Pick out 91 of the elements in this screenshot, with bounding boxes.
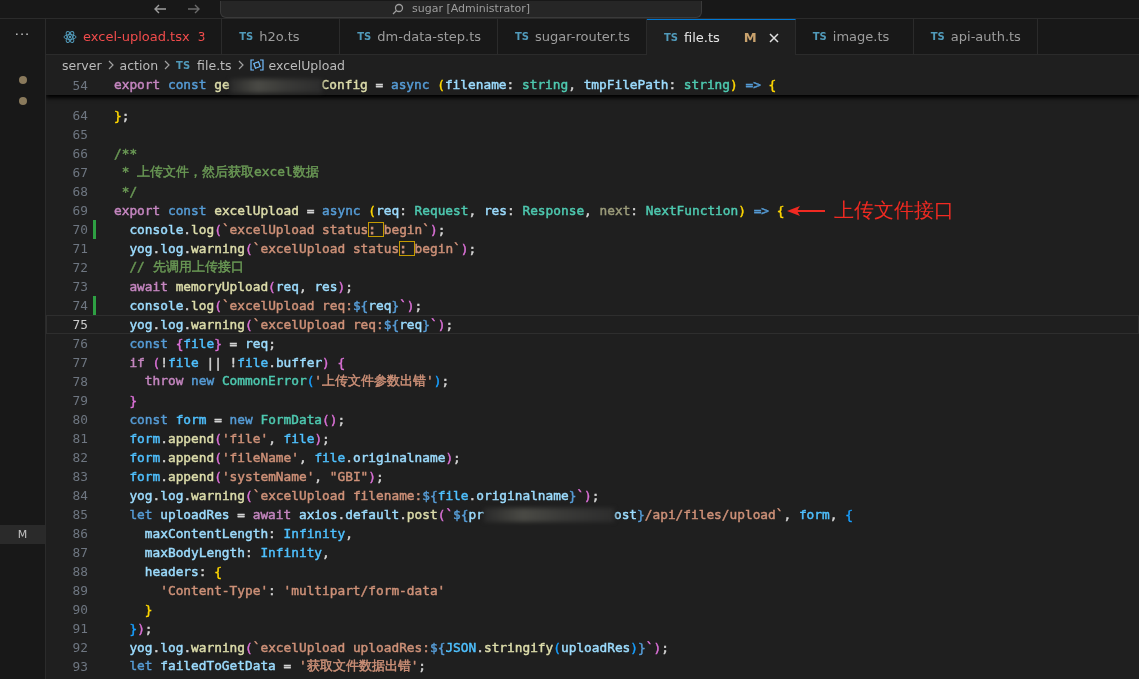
code-line: await memoryUpload(req, res); <box>128 279 353 294</box>
code-line: if (!file || !file.buffer) { <box>128 355 346 370</box>
modified-marker: M <box>0 525 45 544</box>
annotation-text: 上传文件接口 <box>834 197 955 224</box>
line-number: 75 <box>71 317 88 332</box>
code-line: const {file} = req; <box>128 336 276 351</box>
line-number: 70 <box>71 222 88 237</box>
code-line: */ <box>120 184 138 199</box>
line-number: 76 <box>71 336 88 351</box>
breadcrumb-item[interactable]: excelUpload <box>268 57 345 73</box>
breadcrumb-item[interactable]: server <box>62 57 102 73</box>
code-line: form.append('file', file); <box>128 431 330 446</box>
error-count: 3 <box>197 29 206 44</box>
line-number: 88 <box>71 564 88 579</box>
typescript-file-icon: TS <box>357 31 372 42</box>
breadcrumb-item[interactable]: file.ts <box>197 57 232 73</box>
code-line: maxContentLength: Infinity, <box>143 526 353 541</box>
typescript-file-icon: TS <box>176 59 191 71</box>
code-line: yog.log.warning(`excelUpload req:${req}`); <box>128 317 454 332</box>
search-icon <box>392 2 404 15</box>
breadcrumb-item[interactable]: action <box>119 57 159 73</box>
close-icon <box>768 32 779 43</box>
line-number: 93 <box>71 659 88 674</box>
line-number: 90 <box>71 602 88 617</box>
code-line: /** <box>114 146 138 161</box>
code-line: throw new CommonError('上传文件参数出错'); <box>143 373 450 390</box>
variable-symbol-icon <box>249 59 264 71</box>
forward-arrow-icon <box>186 3 202 15</box>
code-line: } <box>143 602 153 617</box>
code-line: }; <box>114 108 130 123</box>
code-line: export const excelUpload = async (req: Request, res: Response, next: NextFunction) => { <box>114 203 785 218</box>
line-number: 82 <box>71 450 88 465</box>
chevron-icon <box>106 59 115 71</box>
line-number: 74 <box>71 298 88 313</box>
line-number: 73 <box>71 279 88 294</box>
line-number: 80 <box>71 412 88 427</box>
code-line: let uploadRes = await axios.default.post(`${pr ost}/api/files/upload`, form, { <box>128 506 853 523</box>
chevron-icon <box>163 59 172 71</box>
code-line: console.log(`excelUpload status: begin`); <box>128 222 446 237</box>
code-line: yog.log.warning(`excelUpload status: begin`); <box>128 241 477 256</box>
code-line: const form = new FormData(); <box>128 412 346 427</box>
line-number: 68 <box>71 184 88 199</box>
dot-icon <box>18 97 27 105</box>
line-number: 78 <box>71 374 88 389</box>
code-line: console.log(`excelUpload req:${req}`); <box>128 298 423 313</box>
line-number: 89 <box>71 583 88 598</box>
line-number: 72 <box>71 260 88 275</box>
back-arrow-icon <box>152 3 168 15</box>
code-line: form.append('systemName', "GBI"); <box>128 469 384 484</box>
code-line: yog.log.warning(`excelUpload uploadRes:${JSON.stringify(uploadRes)}`); <box>128 640 669 655</box>
typescript-file-icon: TS <box>664 32 679 43</box>
more-actions-button[interactable]: ··· <box>14 27 31 42</box>
code-line: maxBodyLength: Infinity, <box>143 545 330 560</box>
line-number: 92 <box>71 640 88 655</box>
code-line: form.append('fileName', file.originalname); <box>128 450 461 465</box>
chevron-icon <box>236 59 245 71</box>
line-number: 71 <box>71 241 88 256</box>
command-search-box[interactable]: sugar [Administrator] <box>220 0 702 18</box>
code-line: 'Content-Type': 'multipart/form-data' <box>159 583 446 598</box>
line-number: 86 <box>71 526 88 541</box>
editor-tab[interactable]: TS file.ts M <box>647 19 796 55</box>
line-number: 67 <box>71 165 88 180</box>
line-number: 79 <box>71 393 88 408</box>
atom-icon <box>63 29 77 44</box>
arrow-icon <box>786 203 827 218</box>
line-number: 85 <box>71 507 88 522</box>
modified-status: M <box>743 30 757 45</box>
code-line: headers: { <box>143 564 222 579</box>
line-number: 81 <box>71 431 88 446</box>
line-number: 84 <box>71 488 88 503</box>
line-number: 69 <box>71 203 88 218</box>
line-number: 65 <box>71 127 88 142</box>
code-line: // 先调用上传接口 <box>128 259 244 276</box>
code-line: export const ge Config = async (filename: string, tmpFilePath: string) => { <box>114 77 777 93</box>
code-line: } <box>128 393 138 408</box>
line-number: 64 <box>71 108 88 123</box>
dot-icon <box>18 76 27 84</box>
code-line: }); <box>128 621 153 636</box>
line-number: 54 <box>71 77 88 93</box>
code-line: let failedToGetData = '获取文件数据出错'; <box>128 658 427 675</box>
line-number: 66 <box>71 146 88 161</box>
line-number: 91 <box>71 621 88 636</box>
line-number: 77 <box>71 355 88 370</box>
line-number: 87 <box>71 545 88 560</box>
typescript-file-icon: TS <box>930 31 945 42</box>
code-line: * 上传文件，然后获取excel数据 <box>120 164 319 181</box>
typescript-file-icon: TS <box>239 31 254 42</box>
typescript-file-icon: TS <box>515 31 530 42</box>
typescript-file-icon: TS <box>812 31 827 42</box>
line-number: 83 <box>71 469 88 484</box>
code-line: yog.log.warning(`excelUpload filename:${file.originalname}`); <box>128 488 600 503</box>
